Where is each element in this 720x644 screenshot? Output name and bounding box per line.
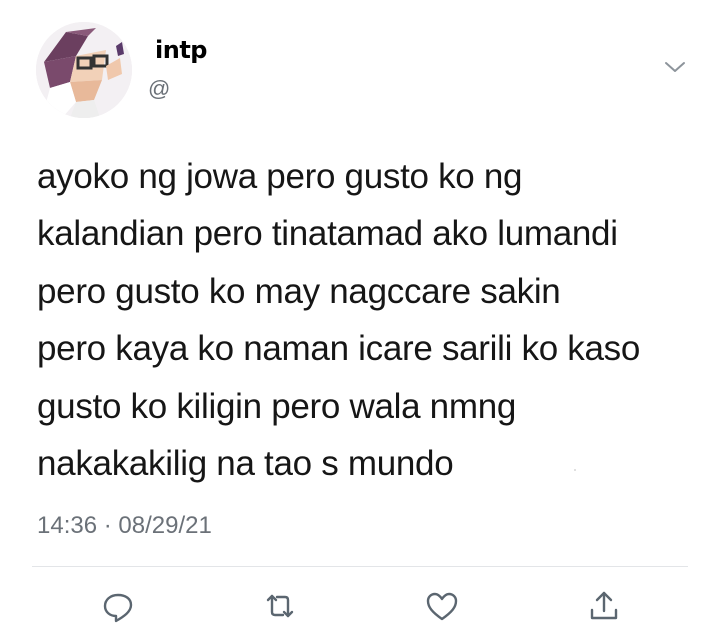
user-handle[interactable]: @ xyxy=(148,76,170,102)
tweet-text-line: pero kaya ko naman icare sarili ko kaso xyxy=(37,329,641,369)
heart-icon xyxy=(426,592,458,621)
tweet-text-line: ayoko ng jowa pero gusto ko ng xyxy=(37,157,523,196)
avatar[interactable] xyxy=(36,22,132,118)
image-artifact xyxy=(574,469,576,471)
tweet-timestamp[interactable]: 14:36 · 08/29/21 xyxy=(37,512,212,540)
tweet-date: 08/29/21 xyxy=(118,512,212,539)
tweet-text-line: gusto ko kiligin pero wala nmng xyxy=(37,386,517,426)
avatar-image xyxy=(36,22,132,118)
chevron-down-icon[interactable] xyxy=(662,56,688,78)
display-name[interactable]: intp xyxy=(155,36,207,64)
reply-button[interactable] xyxy=(100,588,136,624)
retweet-button[interactable] xyxy=(262,588,298,624)
tweet-text-line: kalandian pero tinatamad ako lumandi xyxy=(37,214,618,254)
share-button[interactable] xyxy=(586,588,622,624)
timestamp-separator: · xyxy=(103,512,112,539)
tweet-text-line: nakakakilig na tao s mundo xyxy=(37,444,454,484)
tweet-text-line: pero gusto ko may nagccare sakin xyxy=(37,271,561,311)
like-button[interactable] xyxy=(424,588,460,624)
tweet-text: ayoko ng jowa pero gusto ko ng kalandian… xyxy=(37,148,707,492)
reply-icon xyxy=(103,593,133,623)
divider xyxy=(32,566,688,567)
tweet-time: 14:36 xyxy=(37,512,98,539)
share-icon xyxy=(590,591,618,620)
retweet-icon xyxy=(266,594,294,618)
